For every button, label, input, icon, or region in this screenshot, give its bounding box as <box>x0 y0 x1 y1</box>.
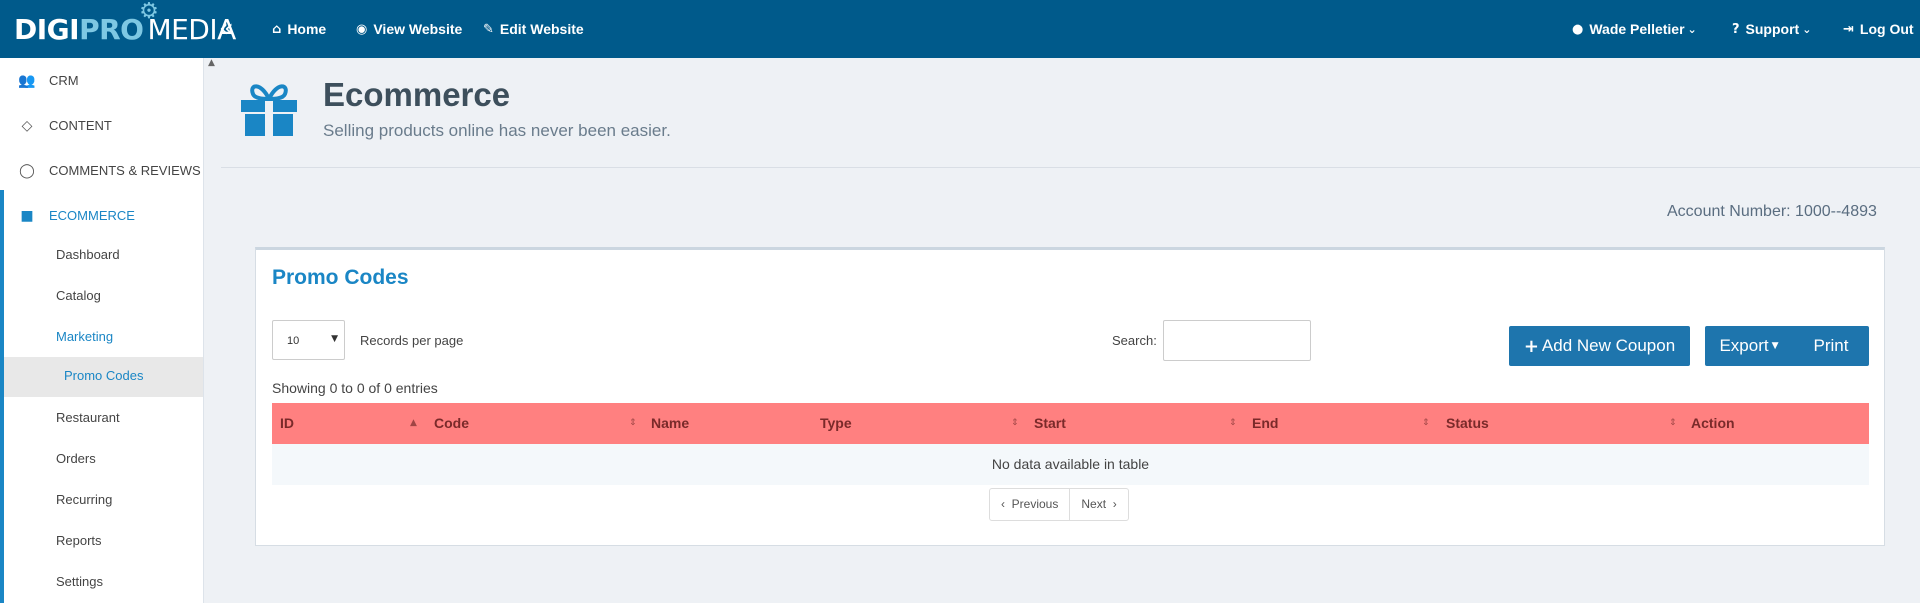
sort-icon: ⇕ <box>1229 418 1237 428</box>
user-circle-icon: ● <box>1572 21 1584 37</box>
support-menu[interactable]: ? Support ⌄ <box>1732 0 1811 58</box>
column-header-id[interactable]: ID <box>280 403 294 444</box>
sidebar-sub-settings[interactable]: Settings <box>56 572 103 592</box>
scroll-up-arrow-icon[interactable]: ▲ <box>208 58 215 68</box>
logo-pro: PRO ⚙ <box>79 0 159 46</box>
records-per-page-label: Records per page <box>360 333 464 348</box>
caret-down-icon: ▼ <box>1771 341 1779 351</box>
panel-title: Promo Codes <box>272 266 409 289</box>
logo-digi: DIGI <box>14 12 80 46</box>
promo-codes-panel: Promo Codes 10 ▼ Records per page Search… <box>255 247 1885 546</box>
next-page-button[interactable]: Next › <box>1069 489 1127 520</box>
sidebar: 👥 CRM ◇ CONTENT ◯ COMMENTS & REVIEWS ■ ECOMM… <box>0 58 204 603</box>
sidebar-sub-dashboard[interactable]: Dashboard <box>56 245 120 265</box>
column-header-type[interactable]: Type <box>820 403 852 444</box>
entries-info: Showing 0 to 0 of 0 entries <box>272 380 438 396</box>
chevron-down-icon: ⌄ <box>1802 22 1812 36</box>
sidebar-sub-orders[interactable]: Orders <box>56 449 96 469</box>
previous-page-button[interactable]: ‹ Previous <box>990 489 1069 520</box>
print-button[interactable]: Print <box>1793 326 1869 366</box>
sidebar-item-ecommerce[interactable]: ■ ECOMMERCE <box>0 193 203 238</box>
gear-icon: ⚙ <box>139 0 159 24</box>
page-subtitle: Selling products online has never been e… <box>323 121 671 140</box>
comment-icon: ◯ <box>19 162 35 179</box>
account-number: Account Number: 1000--4893 <box>1667 203 1877 220</box>
nav-home[interactable]: ⌂ Home <box>272 0 326 58</box>
column-header-action[interactable]: Action <box>1691 403 1735 444</box>
brand-logo[interactable]: DIGI PRO ⚙ MEDIA <box>14 0 236 50</box>
chevron-down-icon: ⌄ <box>1687 22 1697 36</box>
pagination: ‹ Previous Next › <box>989 488 1129 521</box>
search-input[interactable] <box>1163 320 1311 361</box>
nav-edit-website[interactable]: ✎ Edit Website <box>483 0 584 58</box>
add-new-coupon-button[interactable]: + Add New Coupon <box>1509 326 1690 366</box>
sidebar-sub-restaurant[interactable]: Restaurant <box>56 408 120 428</box>
page-header: Ecommerce Selling products online has ne… <box>221 58 1920 168</box>
user-menu[interactable]: ● Wade Pelletier ⌄ <box>1572 0 1697 58</box>
sidebar-item-content[interactable]: ◇ CONTENT <box>0 103 203 148</box>
export-print-group: Export ▼ Print <box>1705 326 1869 366</box>
edit-icon: ✎ <box>483 21 494 37</box>
page-title: Ecommerce <box>323 76 511 113</box>
sidebar-item-crm[interactable]: 👥 CRM <box>0 58 203 103</box>
sidebar-sub-recurring[interactable]: Recurring <box>56 490 112 510</box>
sort-icon: ⇕ <box>1011 418 1019 428</box>
eye-icon: ◉ <box>356 21 368 37</box>
records-per-page-select[interactable]: 10 ▼ <box>272 320 345 360</box>
sort-asc-icon: ▲ <box>410 418 417 428</box>
export-button[interactable]: Export ▼ <box>1705 326 1793 366</box>
sidebar-sub-catalog[interactable]: Catalog <box>56 286 101 306</box>
users-icon: 👥 <box>18 72 36 89</box>
sidebar-sub-marketing[interactable]: Marketing <box>56 327 113 347</box>
column-header-code[interactable]: Code <box>434 403 469 444</box>
sort-icon: ⇕ <box>1422 418 1430 428</box>
caret-down-icon: ▼ <box>331 334 338 344</box>
logout-button[interactable]: ⇥ Log Out <box>1843 0 1914 58</box>
sidebar-subsub-promo-codes[interactable]: Promo Codes <box>4 357 203 397</box>
column-header-name[interactable]: Name <box>651 403 689 444</box>
sidebar-item-comments-reviews[interactable]: ◯ COMMENTS & REVIEWS <box>0 148 203 193</box>
column-header-start[interactable]: Start <box>1034 403 1066 444</box>
sort-icon: ⇕ <box>1669 418 1677 428</box>
chevron-left-icon: ‹ <box>1001 497 1005 511</box>
gift-icon <box>241 84 297 136</box>
collapse-sidebar-icon[interactable]: « <box>219 14 234 42</box>
nav-view-website[interactable]: ◉ View Website <box>356 0 462 58</box>
search-label: Search: <box>1112 333 1157 348</box>
column-header-status[interactable]: Status <box>1446 403 1489 444</box>
gift-icon: ■ <box>20 207 34 224</box>
question-circle-icon: ? <box>1732 21 1740 37</box>
plus-icon: + <box>1523 335 1539 357</box>
chevron-right-icon: › <box>1112 497 1117 511</box>
sidebar-sub-reports[interactable]: Reports <box>56 531 102 551</box>
sign-out-icon: ⇥ <box>1843 21 1854 37</box>
diamond-icon: ◇ <box>21 117 33 134</box>
table-empty-message: No data available in table <box>272 444 1869 485</box>
table-header: ID ▲ Code ⇕ Name Type ⇕ Start ⇕ End ⇕ St… <box>272 403 1869 444</box>
top-bar: DIGI PRO ⚙ MEDIA « ⌂ Home ◉ View Website ✎ E… <box>0 0 1920 58</box>
home-icon: ⌂ <box>272 21 282 37</box>
column-header-end[interactable]: End <box>1252 403 1278 444</box>
sort-icon: ⇕ <box>629 418 637 428</box>
